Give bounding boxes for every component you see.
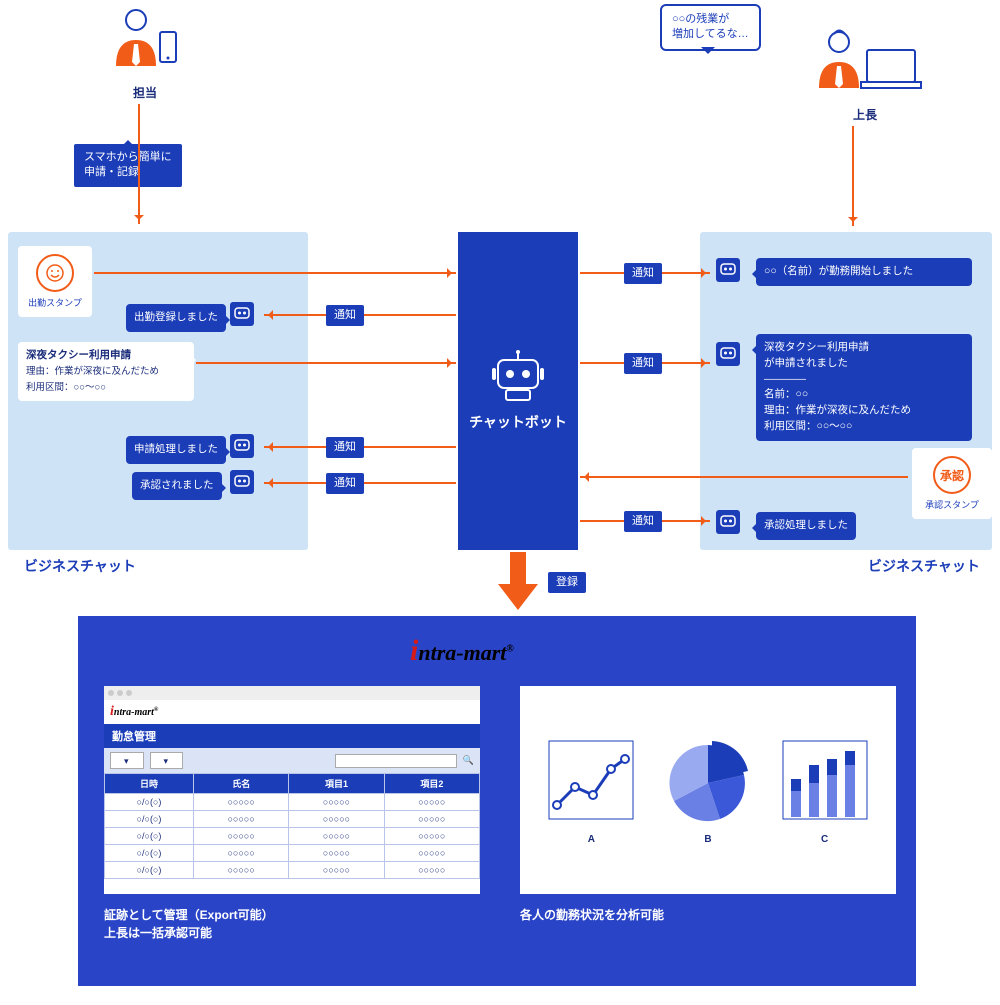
chatbot-label: チャットボット	[469, 412, 567, 432]
chatbot-box: チャットボット	[458, 232, 578, 550]
panel-business-chat-left-label: ビジネスチャット	[24, 556, 136, 576]
bubble-approved: 承認されました	[132, 472, 222, 500]
caption-evidence: 証跡として管理（Export可能） 上長は一括承認可能	[104, 906, 274, 942]
arrow-staff-to-chat	[138, 104, 140, 224]
logo-intra-mart: intra-mart®	[410, 634, 514, 668]
bubble-registration-done: 出勤登録しました	[126, 304, 226, 332]
persona-supervisor: 上長	[800, 28, 930, 123]
persona-supervisor-label: 上長	[800, 106, 930, 123]
chart-pie: B	[658, 735, 758, 845]
persona-staff-label: 担当	[100, 84, 190, 101]
caption-analysis: 各人の勤務状況を分析可能	[520, 906, 664, 924]
bubble-apply-done: 申請処理しました	[126, 436, 226, 464]
stamp-approve: 承認 承認スタンプ	[912, 448, 992, 519]
bot-icon	[230, 470, 254, 494]
bot-icon	[716, 510, 740, 534]
arrow-register	[498, 552, 538, 612]
arrow-supervisor-to-chat	[852, 126, 854, 226]
approve-stamp-icon: 承認	[933, 456, 971, 494]
tag-notify-1: 通知	[326, 305, 364, 326]
panel-business-chat-right-label: ビジネスチャット	[868, 556, 980, 576]
attendance-table: 日時氏名項目1項目2 ○/○(○)○○○○○○○○○○○○○○○ ○/○(○)○…	[104, 773, 480, 879]
tag-notify-r1: 通知	[624, 263, 662, 284]
tag-notify-2: 通知	[326, 437, 364, 458]
stamp-attendance-label: 出勤スタンプ	[26, 296, 84, 309]
arrow-approve-to-bot	[580, 476, 908, 478]
bubble-work-started: ○○（名前）が勤務開始しました	[756, 258, 972, 286]
persona-staff: 担当	[100, 6, 190, 101]
chart-line: A	[543, 735, 639, 845]
tag-notify-3: 通知	[326, 473, 364, 494]
chart-bar: C	[777, 735, 873, 845]
bot-icon	[716, 258, 740, 282]
search-icon: 🔍	[463, 755, 474, 766]
card-attendance-table: intra-mart® 勤怠管理 ▾ ▾ 🔍 日時氏名項目1項目2 ○/○(○)…	[104, 686, 480, 894]
arrow-stamp-to-bot	[94, 272, 456, 274]
tag-notify-r2: 通知	[624, 353, 662, 374]
tag-register: 登録	[548, 572, 586, 593]
smile-icon	[36, 254, 74, 292]
bubble-approve-done: 承認処理しました	[756, 512, 856, 540]
table-title: 勤怠管理	[104, 724, 480, 748]
card-charts: A B C	[520, 686, 896, 894]
bot-icon	[716, 342, 740, 366]
tag-smartphone-apply: スマホから簡単に 申請・記録	[74, 144, 182, 187]
arrow-taxi-to-bot	[196, 362, 456, 364]
bubble-taxi-apply: 深夜タクシー利用申請 理由：作業が深夜に及んだため 利用区間：○○～○○	[18, 342, 194, 401]
stamp-approve-label: 承認スタンプ	[920, 498, 984, 511]
stamp-attendance: 出勤スタンプ	[18, 246, 92, 317]
thought-supervisor: ○○の残業が 増加してるな…	[660, 4, 761, 51]
bubble-taxi-applied: 深夜タクシー利用申請 が申請されました ———— 名前：○○ 理由：作業が深夜に…	[756, 334, 972, 441]
tag-notify-r3: 通知	[624, 511, 662, 532]
